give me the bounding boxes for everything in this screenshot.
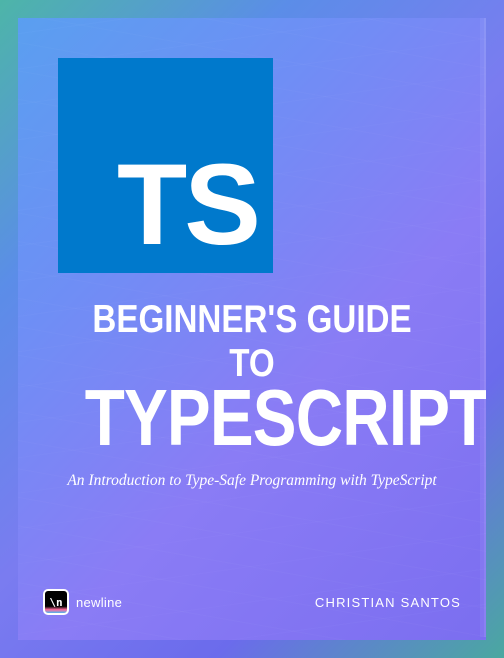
title-line-2: TYPESCRIPT [85, 380, 420, 456]
typescript-logo-text: TS [117, 148, 258, 263]
publisher-block: \n newline [43, 589, 122, 615]
footer: \n newline CHRISTIAN SANTOS [43, 589, 461, 615]
publisher-logo-icon: \n [43, 589, 69, 615]
author-name: CHRISTIAN SANTOS [315, 595, 461, 610]
publisher-name: newline [76, 595, 122, 610]
cover-inner: TS BEGINNER'S GUIDE TO TYPESCRIPT An Int… [18, 18, 486, 640]
title-block: BEGINNER'S GUIDE TO TYPESCRIPT An Introd… [18, 298, 486, 490]
publisher-logo-text: \n [49, 596, 62, 609]
book-cover: TS BEGINNER'S GUIDE TO TYPESCRIPT An Int… [0, 0, 504, 658]
typescript-logo: TS [58, 58, 273, 273]
subtitle: An Introduction to Type-Safe Programming… [48, 472, 456, 490]
